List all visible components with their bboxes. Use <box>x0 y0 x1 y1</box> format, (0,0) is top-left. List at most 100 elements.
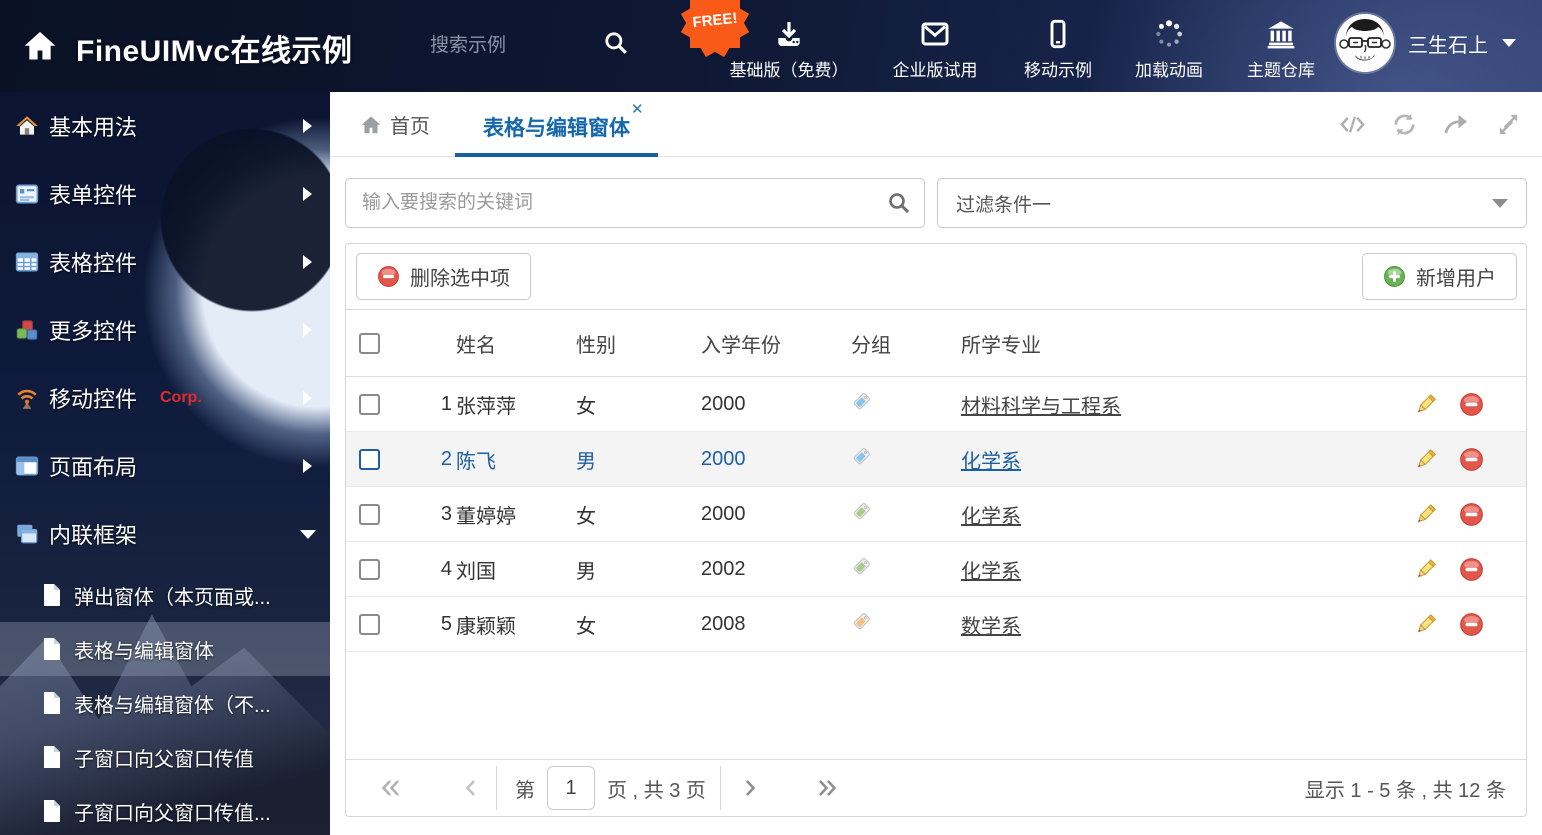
major-link[interactable]: 材料科学与工程系 <box>961 390 1376 419</box>
free-badge: FREE! <box>680 0 750 58</box>
frames-icon <box>17 524 38 544</box>
table-row[interactable]: 3 董婷婷 女 2000 化学系 <box>346 487 1526 542</box>
sidebar-subitem-label: 表格与编辑窗体（不... <box>74 694 271 717</box>
chevron-right-icon <box>303 391 312 405</box>
tab-grid-edit-window[interactable]: 表格与编辑窗体 ✕ <box>455 92 658 157</box>
grid-panel: 删除选中项 新增用户 姓名 性别 入学年份 分组 所学专业 1 张萍萍 女 20… <box>345 243 1527 817</box>
app-title: FineUIMvc在线示例 <box>76 35 353 68</box>
prev-page-icon[interactable] <box>460 777 482 799</box>
sidebar-item-label: 基本用法 <box>49 115 138 140</box>
row-checkbox[interactable] <box>359 613 380 635</box>
sidebar-subitem-popup-window[interactable]: 弹出窗体（本页面或... <box>0 568 330 622</box>
sidebar-subitem-grid-edit-window-2[interactable]: 表格与编辑窗体（不... <box>0 676 330 730</box>
edit-pencil-icon[interactable] <box>1413 557 1438 582</box>
code-icon[interactable] <box>1339 112 1366 137</box>
table-row[interactable]: 5 康颖颖 女 2008 数学系 <box>346 597 1526 652</box>
table-row[interactable]: 1 张萍萍 女 2000 材料科学与工程系 <box>346 377 1526 432</box>
nav-item-enterprise-trial[interactable]: 企业版试用 <box>881 12 989 81</box>
close-icon[interactable]: ✕ <box>631 100 644 118</box>
table-row[interactable]: 4 刘国 男 2002 化学系 <box>346 542 1526 597</box>
edit-pencil-icon[interactable] <box>1413 502 1438 527</box>
sidebar-subitem-label: 表格与编辑窗体 <box>74 640 214 663</box>
delete-row-icon[interactable] <box>1459 502 1484 527</box>
tag-icon <box>853 612 871 630</box>
last-page-icon[interactable] <box>816 777 838 799</box>
cell-year: 2008 <box>701 612 746 635</box>
tab-home[interactable]: 首页 <box>360 110 430 139</box>
row-index: 5 <box>440 612 452 635</box>
sidebar-item-page-layout[interactable]: 页面布局 <box>0 432 330 500</box>
row-checkbox[interactable] <box>359 558 380 580</box>
sidebar-subitem-child-to-parent[interactable]: 子窗口向父窗口传值 <box>0 730 330 784</box>
nav-item-theme-repo[interactable]: 主题仓库 <box>1238 12 1324 81</box>
edit-pencil-icon[interactable] <box>1413 392 1438 417</box>
search-icon[interactable] <box>603 30 629 56</box>
sidebar-subitem-grid-edit-window[interactable]: 表格与编辑窗体 <box>0 622 330 676</box>
keyword-search-input[interactable] <box>345 178 925 228</box>
column-header-year[interactable]: 入学年份 <box>701 329 851 358</box>
minus-circle-icon <box>378 266 399 287</box>
data-table: 姓名 性别 入学年份 分组 所学专业 1 张萍萍 女 2000 材料科学与工程系 <box>346 310 1526 652</box>
delete-row-icon[interactable] <box>1459 447 1484 472</box>
delete-row-icon[interactable] <box>1459 612 1484 637</box>
edit-pencil-icon[interactable] <box>1413 612 1438 637</box>
first-page-icon[interactable] <box>380 777 402 799</box>
row-checkbox[interactable] <box>359 393 380 415</box>
home-icon <box>361 115 381 133</box>
refresh-icon[interactable] <box>1391 112 1418 137</box>
sidebar-subitem-label: 弹出窗体（本页面或... <box>74 586 271 609</box>
plus-circle-icon <box>1384 266 1405 287</box>
select-all-checkbox[interactable] <box>359 332 380 354</box>
column-header-gender[interactable]: 性别 <box>576 329 701 358</box>
sidebar-item-iframe[interactable]: 内联框架 <box>0 500 330 568</box>
chevron-right-icon <box>303 459 312 473</box>
cell-year: 2000 <box>701 447 746 470</box>
nav-item-mobile-demo[interactable]: 移动示例 <box>1016 12 1100 81</box>
expand-icon[interactable] <box>1495 112 1522 137</box>
sidebar-item-more-controls[interactable]: 更多控件 <box>0 296 330 364</box>
chevron-right-icon <box>303 119 312 133</box>
major-link[interactable]: 数学系 <box>961 610 1376 639</box>
search-icon[interactable] <box>887 191 911 215</box>
sidebar-item-basic-usage[interactable]: 基本用法 <box>0 92 330 160</box>
share-icon[interactable] <box>1443 112 1470 137</box>
row-checkbox[interactable] <box>359 448 380 470</box>
edit-pencil-icon[interactable] <box>1413 447 1438 472</box>
spinner-icon <box>1156 19 1183 47</box>
main-content: 首页 表格与编辑窗体 ✕ 过滤条件一 <box>330 92 1542 835</box>
sidebar-item-label: 移动控件 <box>49 387 138 412</box>
column-header-name[interactable]: 姓名 <box>456 329 576 358</box>
sidebar-subitem-child-to-parent-2[interactable]: 子窗口向父窗口传值... <box>0 784 330 835</box>
home-icon[interactable] <box>22 28 58 64</box>
cell-name: 陈飞 <box>456 450 496 473</box>
sidebar-item-grid-controls[interactable]: 表格控件 <box>0 228 330 296</box>
delete-selected-button[interactable]: 删除选中项 <box>356 253 531 300</box>
table-row-selected[interactable]: 2 陈飞 男 2000 化学系 <box>346 432 1526 487</box>
sidebar-item-label: 内联框架 <box>49 523 138 548</box>
row-checkbox[interactable] <box>359 503 380 525</box>
sidebar-item-form-controls[interactable]: 表单控件 <box>0 160 330 228</box>
divider <box>496 766 497 810</box>
cell-year: 2002 <box>701 557 746 580</box>
nav-item-loading-animation[interactable]: 加载动画 <box>1127 12 1211 81</box>
page-suffix: 页 , 共 3 页 <box>607 779 706 802</box>
tag-icon <box>853 392 871 410</box>
next-page-icon[interactable] <box>739 777 761 799</box>
table-icon <box>15 252 39 272</box>
column-header-major[interactable]: 所学专业 <box>961 329 1376 358</box>
column-header-group[interactable]: 分组 <box>851 329 961 358</box>
sidebar-item-mobile-controls[interactable]: 移动控件 Corp. <box>0 364 330 432</box>
major-link[interactable]: 化学系 <box>961 445 1376 474</box>
filter-dropdown[interactable]: 过滤条件一 <box>937 178 1527 228</box>
header-search-input[interactable] <box>430 28 595 64</box>
add-user-button[interactable]: 新增用户 <box>1362 253 1517 300</box>
major-link[interactable]: 化学系 <box>961 555 1376 584</box>
delete-row-icon[interactable] <box>1459 557 1484 582</box>
delete-row-icon[interactable] <box>1459 392 1484 417</box>
major-link[interactable]: 化学系 <box>961 500 1376 529</box>
page-number-input[interactable] <box>547 766 595 810</box>
chevron-down-icon <box>1492 198 1508 208</box>
user-menu[interactable]: 三生石上 <box>1336 14 1516 72</box>
cell-gender: 男 <box>576 560 596 583</box>
wireless-icon <box>17 389 37 409</box>
